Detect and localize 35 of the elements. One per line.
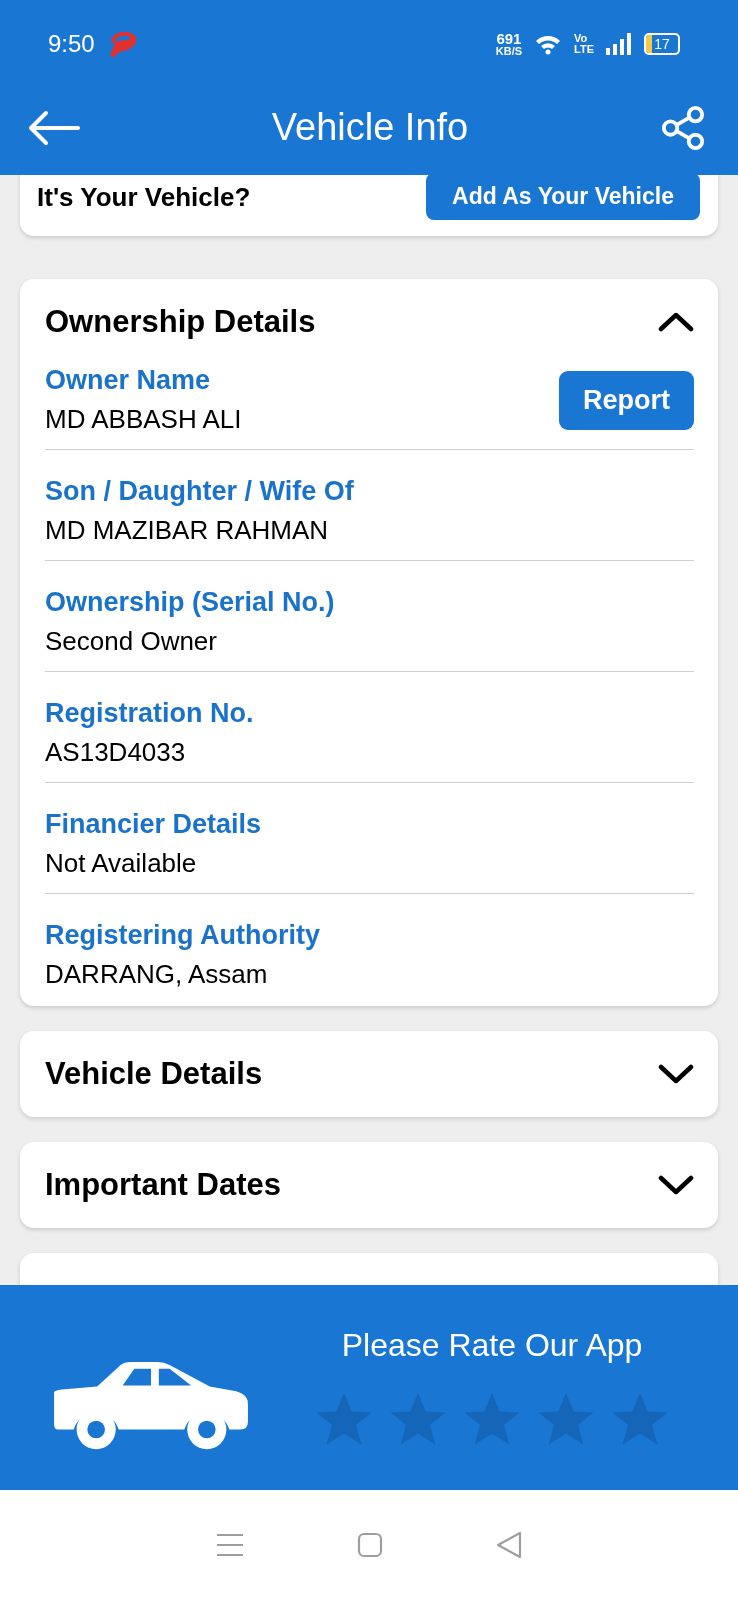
chevron-icon [658, 1063, 694, 1085]
field-label: Ownership (Serial No.) [45, 587, 335, 618]
speed-unit: KB/S [495, 46, 523, 57]
wifi-icon [534, 33, 563, 55]
screen-title: Vehicle Info [271, 106, 469, 149]
volte-label: Vo [574, 33, 589, 44]
field-label: Son / Daughter / Wife Of [45, 476, 354, 507]
home-icon[interactable] [357, 1532, 383, 1558]
lte-label: LTE [574, 44, 594, 55]
chevron-icon [658, 311, 694, 333]
back-icon[interactable] [495, 1531, 522, 1559]
battery-level-fill [646, 35, 652, 53]
chevron-icon [658, 1174, 694, 1196]
section-header[interactable]: Ownership Details [45, 279, 694, 365]
field-label: Owner Name [45, 365, 212, 396]
field-value: Second Owner [45, 626, 218, 657]
field-label: Registration No. [45, 698, 254, 729]
clock-time: 9:50 [48, 30, 95, 58]
report-button[interactable]: Report [559, 370, 694, 430]
field-label: Registering Authority [45, 920, 320, 951]
field-value: MD MAZIBAR RAHMAN [45, 515, 330, 546]
field-value: AS13D4033 [45, 737, 187, 768]
battery-percent: 17 [654, 36, 670, 52]
rate-prompt: Please Rate Our App [341, 1327, 643, 1364]
network-speed: 691 [496, 31, 522, 46]
ownership-question: It's Your Vehicle? [37, 182, 251, 213]
add-vehicle-button[interactable]: Add As Your Vehicle [426, 175, 700, 220]
field-value: Not Available [45, 848, 198, 879]
field-value: MD ABBASH ALI [45, 404, 242, 435]
share-icon[interactable] [660, 104, 706, 151]
signal-icon [606, 33, 632, 55]
field-label: Financier Details [45, 809, 262, 840]
field-value: DARRANG, Assam [45, 959, 269, 990]
menu-icon[interactable] [216, 1533, 245, 1557]
back-arrow-icon[interactable] [28, 109, 80, 146]
